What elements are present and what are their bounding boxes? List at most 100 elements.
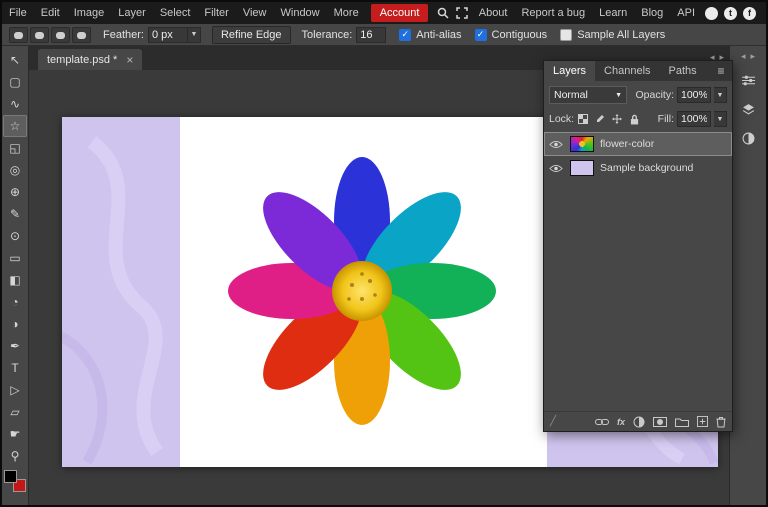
- layer-action-icons: fx: [595, 416, 726, 428]
- magic-wand-tool[interactable]: ☆: [3, 115, 27, 137]
- move-tool[interactable]: ↖: [3, 49, 27, 71]
- opacity-label: Opacity:: [635, 89, 674, 101]
- clone-stamp-tool[interactable]: ⊙: [3, 225, 27, 247]
- layer-row-flower-color[interactable]: flower-color: [544, 132, 732, 156]
- menu-link-about[interactable]: About: [472, 2, 515, 24]
- menu-item-select[interactable]: Select: [153, 2, 198, 24]
- lock-pixels-icon[interactable]: [594, 113, 606, 125]
- selection-subtract-icon[interactable]: [51, 27, 70, 43]
- layer-thumbnail[interactable]: [570, 160, 594, 176]
- new-layer-icon[interactable]: [697, 416, 708, 427]
- menu-link-api[interactable]: API: [670, 2, 702, 24]
- shape-tool[interactable]: ▱: [3, 401, 27, 423]
- layers-panel-tabs: Layers Channels Paths ≡: [544, 61, 732, 81]
- panel-arrow-right-icon[interactable]: ▸: [751, 51, 756, 62]
- rect-select-tool[interactable]: ▢: [3, 71, 27, 93]
- menu-link-report-a-bug[interactable]: Report a bug: [514, 2, 592, 24]
- pen-tool[interactable]: ✒: [3, 335, 27, 357]
- foreground-color-swatch[interactable]: [4, 470, 17, 483]
- layers-stack-icon[interactable]: [736, 98, 760, 120]
- document-tab[interactable]: template.psd * ×: [38, 49, 142, 70]
- tab-layers[interactable]: Layers: [544, 61, 595, 81]
- menu-item-edit[interactable]: Edit: [34, 2, 67, 24]
- gradient-tool[interactable]: ◧: [3, 269, 27, 291]
- search-icon[interactable]: [433, 2, 452, 24]
- eye-icon[interactable]: [548, 140, 564, 149]
- adjustment-layer-icon[interactable]: [633, 416, 645, 428]
- selection-add-icon[interactable]: [30, 27, 49, 43]
- panel-resize-handle[interactable]: ╱: [550, 416, 556, 427]
- blend-mode-value: Normal: [554, 89, 588, 101]
- lock-transparency-icon[interactable]: [577, 113, 589, 125]
- github-icon[interactable]: [705, 7, 718, 20]
- color-swatches[interactable]: [4, 470, 26, 492]
- menu-right: AboutReport a bugLearnBlogAPI tf: [472, 2, 766, 24]
- tolerance-label: Tolerance:: [302, 29, 353, 41]
- menu-item-more[interactable]: More: [327, 2, 366, 24]
- chevron-down-icon[interactable]: ▼: [188, 27, 201, 43]
- canvas-white-area[interactable]: [180, 117, 547, 467]
- zoom-tool[interactable]: ⚲: [3, 445, 27, 467]
- link-layers-icon[interactable]: [595, 418, 609, 426]
- layer-effects-icon[interactable]: fx: [617, 417, 625, 427]
- account-button[interactable]: Account: [371, 4, 429, 22]
- delete-layer-icon[interactable]: [716, 416, 726, 428]
- crop-tool[interactable]: ◱: [3, 137, 27, 159]
- feather-label: Feather:: [103, 29, 144, 41]
- blur-tool[interactable]: ◔: [3, 291, 27, 313]
- layer-thumbnail[interactable]: [570, 136, 594, 152]
- contiguous-checkbox[interactable]: [475, 29, 487, 41]
- layer-mask-icon[interactable]: [653, 417, 667, 427]
- type-tool[interactable]: T: [3, 357, 27, 379]
- fill-input[interactable]: [677, 111, 711, 127]
- lock-all-icon[interactable]: [628, 113, 640, 125]
- close-icon[interactable]: ×: [126, 54, 133, 66]
- menu-link-blog[interactable]: Blog: [634, 2, 670, 24]
- path-select-tool[interactable]: ▷: [3, 379, 27, 401]
- panel-arrow-left-icon[interactable]: ◂: [741, 51, 746, 62]
- selection-intersect-icon[interactable]: [72, 27, 91, 43]
- eyedropper-tool[interactable]: ◎: [3, 159, 27, 181]
- photopea-window: FileEditImageLayerSelectFilterViewWindow…: [0, 0, 768, 507]
- menu-item-layer[interactable]: Layer: [111, 2, 153, 24]
- sample-all-layers-checkbox[interactable]: [560, 29, 572, 41]
- eye-icon[interactable]: [548, 164, 564, 173]
- twitter-icon[interactable]: t: [724, 7, 737, 20]
- refine-edge-button[interactable]: Refine Edge: [212, 26, 291, 44]
- lasso-tool[interactable]: ∿: [3, 93, 27, 115]
- fullscreen-icon[interactable]: [453, 2, 472, 24]
- menu-item-window[interactable]: Window: [274, 2, 327, 24]
- sample-all-layers-label: Sample All Layers: [577, 29, 665, 41]
- facebook-icon[interactable]: f: [743, 7, 756, 20]
- tab-channels[interactable]: Channels: [595, 61, 659, 81]
- menu-item-image[interactable]: Image: [67, 2, 112, 24]
- antialias-checkbox[interactable]: [399, 29, 411, 41]
- chevron-down-icon: ▼: [615, 92, 622, 99]
- menu-item-file[interactable]: File: [2, 2, 34, 24]
- brush-tool[interactable]: ✎: [3, 203, 27, 225]
- hand-tool[interactable]: ☛: [3, 423, 27, 445]
- menu-item-view[interactable]: View: [236, 2, 274, 24]
- layer-name: Sample background: [600, 162, 693, 174]
- tolerance-input[interactable]: [356, 27, 386, 43]
- chevron-down-icon[interactable]: ▼: [714, 87, 727, 103]
- new-group-icon[interactable]: [675, 417, 689, 427]
- tab-paths[interactable]: Paths: [660, 61, 706, 81]
- layer-row-sample-background[interactable]: Sample background: [544, 156, 732, 180]
- tool-options-bar: Feather: ▼ Refine Edge Tolerance: Anti-a…: [2, 24, 766, 46]
- lock-position-icon[interactable]: [611, 113, 623, 125]
- opacity-input[interactable]: [677, 87, 711, 103]
- lock-label: Lock:: [549, 113, 574, 125]
- feather-input[interactable]: [148, 27, 188, 43]
- panel-menu-icon[interactable]: ≡: [710, 61, 732, 81]
- chevron-down-icon[interactable]: ▼: [714, 111, 727, 127]
- adjustments-icon[interactable]: [736, 127, 760, 149]
- blend-mode-select[interactable]: Normal ▼: [549, 86, 627, 104]
- brush-settings-icon[interactable]: [736, 69, 760, 91]
- dodge-tool[interactable]: ◑: [3, 313, 27, 335]
- selection-new-icon[interactable]: [9, 27, 28, 43]
- healing-brush-tool[interactable]: ⊕: [3, 181, 27, 203]
- menu-item-filter[interactable]: Filter: [197, 2, 235, 24]
- menu-link-learn[interactable]: Learn: [592, 2, 634, 24]
- eraser-tool[interactable]: ▭: [3, 247, 27, 269]
